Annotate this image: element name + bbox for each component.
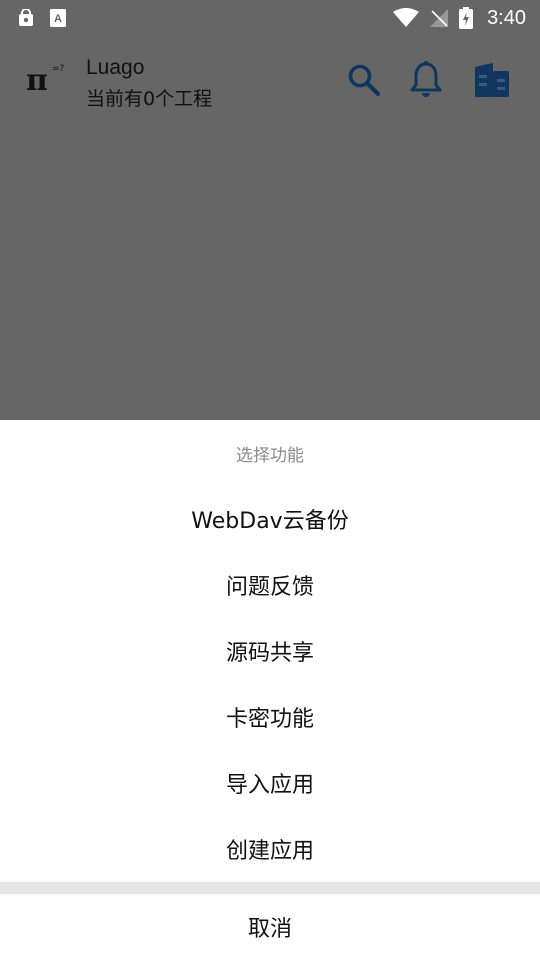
sheet-item-feedback[interactable]: 问题反馈 [0,552,540,618]
apps-panel-button[interactable] [472,62,512,102]
no-signal-icon [429,8,449,28]
app-bar: π =? Luago 当前有0个工程 [0,36,540,128]
wifi-icon [393,8,420,28]
sheet-item-create-app[interactable]: 创建应用 [0,816,540,882]
sheet-divider [0,882,540,894]
sheet-item-webdav-backup[interactable]: WebDav云备份 [0,486,540,552]
sheet-title: 选择功能 [236,445,304,466]
action-sheet: 选择功能 WebDav云备份 问题反馈 源码共享 卡密功能 导入应用 创建应用 … [0,420,540,960]
bell-icon [410,61,442,103]
status-bar: A 3:40 [0,0,540,36]
apps-panel-icon [473,61,511,103]
sheet-item-source-share[interactable]: 源码共享 [0,618,540,684]
search-button[interactable] [344,62,384,102]
app-logo: π [26,63,48,98]
lock-badge-icon [18,9,34,27]
sheet-item-card-key[interactable]: 卡密功能 [0,684,540,750]
app-title: Luago [86,56,145,79]
notifications-button[interactable] [406,61,446,103]
search-icon [347,63,381,101]
status-time: 3:40 [487,6,526,29]
app-logo-superscript: =? [52,64,65,74]
cancel-button[interactable]: 取消 [0,894,540,960]
battery-charging-icon [459,7,474,29]
font-a-icon: A [50,9,66,27]
project-count: 当前有0个工程 [86,88,213,110]
svg-text:A: A [54,13,62,25]
sheet-item-import-app[interactable]: 导入应用 [0,750,540,816]
